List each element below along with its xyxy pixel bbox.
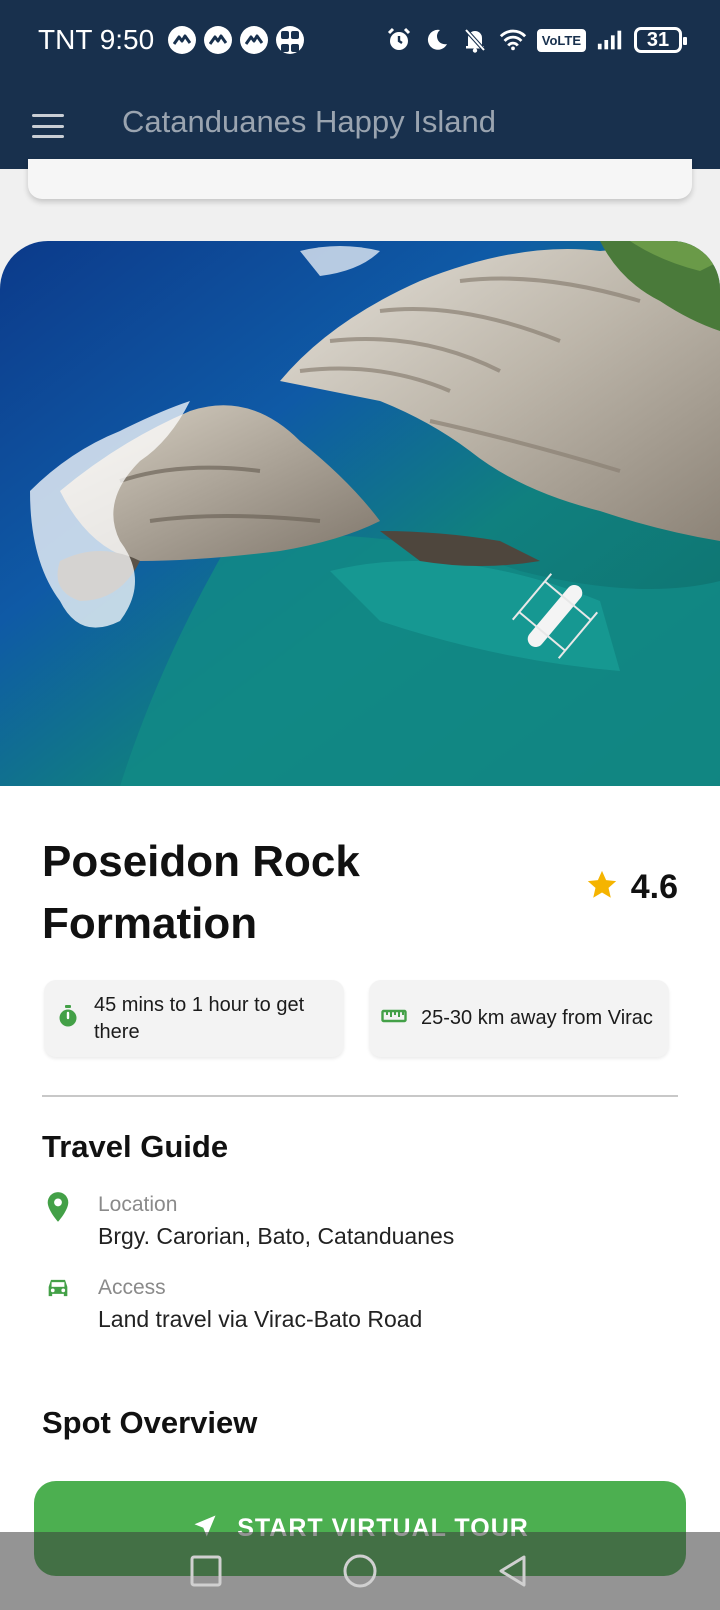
back-button[interactable] [453, 1532, 573, 1610]
status-bar: TNT 9:50 VoLTE 31 [0, 0, 720, 84]
star-icon [585, 868, 619, 907]
app-bar: Catanduanes Happy Island [0, 84, 720, 169]
timer-icon [56, 1004, 80, 1033]
recents-button[interactable] [146, 1532, 266, 1610]
app-title: Catanduanes Happy Island [122, 104, 496, 139]
status-left: TNT 9:50 [38, 24, 305, 56]
previous-card-edge [28, 159, 692, 199]
carrier-time: TNT 9:50 [38, 24, 154, 56]
home-button[interactable] [300, 1532, 420, 1610]
guide-location: Location Brgy. Carorian, Bato, Catanduan… [44, 1191, 454, 1253]
wifi-icon [499, 26, 527, 54]
car-icon [44, 1274, 72, 1307]
distance-chip: 25-30 km away from Virac [369, 980, 669, 1057]
travel-time-chip: 45 mins to 1 hour to get there [44, 980, 344, 1057]
apps-icon [276, 26, 305, 54]
travel-time-text: 45 mins to 1 hour to get there [94, 993, 305, 1043]
access-label: Access [98, 1276, 166, 1299]
ruler-icon [381, 1003, 407, 1034]
rating-value: 4.6 [630, 868, 678, 906]
access-labels: Access Land travel via Virac-Bato Road [98, 1274, 422, 1336]
clock: 9:50 [99, 24, 155, 55]
spot-overview-title: Spot Overview [42, 1405, 258, 1440]
access-value: Land travel via Virac-Bato Road [98, 1306, 423, 1332]
signal-icon [596, 26, 624, 54]
place-detail-sheet: Poseidon Rock Formation 4.6 45 mins to 1… [0, 241, 720, 1610]
messenger-icon [204, 26, 233, 54]
battery-indicator: 31 [634, 27, 687, 53]
volte-badge: VoLTE [536, 28, 586, 52]
alarm-icon [385, 26, 413, 54]
bell-off-icon [461, 26, 489, 54]
distance-text: 25-30 km away from Virac [421, 1007, 653, 1029]
status-right: VoLTE 31 [385, 26, 687, 54]
moon-icon [423, 26, 451, 54]
location-pin-icon [44, 1191, 72, 1228]
messenger-icon [168, 26, 197, 54]
place-title: Poseidon Rock Formation [42, 837, 360, 948]
system-navigation-bar [0, 1532, 720, 1610]
messenger-icon [240, 26, 269, 54]
hero-image [0, 241, 720, 786]
travel-guide-title: Travel Guide [42, 1129, 229, 1164]
menu-icon[interactable] [30, 110, 66, 142]
location-value: Brgy. Carorian, Bato, Catanduanes [98, 1223, 455, 1249]
location-labels: Location Brgy. Carorian, Bato, Catanduan… [98, 1191, 454, 1253]
rating: 4.6 [585, 868, 678, 907]
guide-access: Access Land travel via Virac-Bato Road [44, 1274, 422, 1336]
divider [42, 1095, 678, 1097]
location-label: Location [98, 1193, 178, 1216]
carrier: TNT [38, 24, 92, 55]
